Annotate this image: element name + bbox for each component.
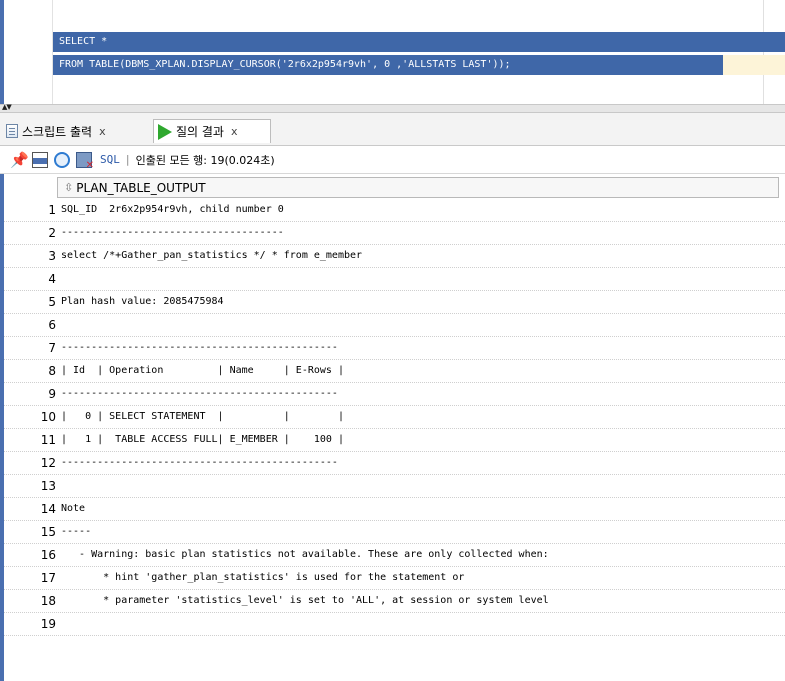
table-row[interactable]: 14 Note: [4, 498, 785, 521]
table-row[interactable]: 12 --------------------------------------…: [4, 452, 785, 475]
sql-link[interactable]: SQL: [100, 153, 120, 166]
print-icon[interactable]: [32, 151, 48, 168]
table-row[interactable]: 16 - Warning: basic plan statistics not …: [4, 544, 785, 567]
tab-query-result-label: 질의 결과: [176, 125, 224, 139]
table-row[interactable]: 18 * parameter 'statistics_level' is set…: [4, 590, 785, 613]
row-value[interactable]: ----------------------------------------…: [61, 337, 338, 359]
row-value[interactable]: ----------------------------------------…: [61, 383, 338, 405]
column-header-label: PLAN_TABLE_OUTPUT: [76, 180, 206, 195]
row-number: 7: [48, 341, 56, 355]
splitter-arrows-icon[interactable]: ▲▼: [2, 103, 12, 111]
row-number: 6: [48, 318, 56, 332]
pin-icon[interactable]: 📌: [10, 152, 29, 168]
row-value[interactable]: | 1 | TABLE ACCESS FULL| E_MEMBER | 100 …: [61, 429, 344, 451]
output-tab-bar: 스크립트 출력 x 질의 결과 x: [0, 113, 785, 146]
row-value[interactable]: ----------------------------------------…: [61, 452, 338, 474]
table-row[interactable]: 11 | 1 | TABLE ACCESS FULL| E_MEMBER | 10…: [4, 429, 785, 452]
row-number: 15: [40, 525, 56, 539]
sql-editor[interactable]: SELECT * FROM TABLE(DBMS_XPLAN.DISPLAY_C…: [0, 0, 785, 104]
refresh-icon[interactable]: [54, 151, 70, 168]
tab-query-result[interactable]: 질의 결과 x: [153, 119, 271, 143]
table-row[interactable]: 2 -------------------------------------: [4, 222, 785, 245]
row-value[interactable]: SQL_ID 2r6x2p954r9vh, child number 0: [61, 199, 284, 221]
table-row[interactable]: 6: [4, 314, 785, 337]
row-number: 18: [40, 594, 56, 608]
tab-query-result-close-icon[interactable]: x: [231, 125, 238, 138]
row-value[interactable]: Note: [61, 498, 85, 520]
row-number: 1: [48, 203, 56, 217]
result-grid[interactable]: ⇳ PLAN_TABLE_OUTPUT 1 SQL_ID 2r6x2p954r9v…: [0, 174, 785, 681]
result-toolbar: 📌 SQL | 인출된 모든 행: 19(0.024초): [0, 146, 785, 174]
row-value[interactable]: -------------------------------------: [61, 222, 284, 244]
row-value[interactable]: select /*+Gather_pan_statistics */ * fro…: [61, 245, 362, 267]
row-number: 10: [40, 410, 56, 424]
table-row[interactable]: 13: [4, 475, 785, 498]
table-row[interactable]: 9 ---------------------------------------…: [4, 383, 785, 406]
fetch-status-text: 인출된 모든 행: 19(0.024초): [135, 153, 275, 167]
row-value[interactable]: -----: [61, 521, 91, 543]
column-header-plan-table-output[interactable]: ⇳ PLAN_TABLE_OUTPUT: [57, 177, 779, 198]
row-number: 13: [40, 479, 56, 493]
row-value[interactable]: | Id | Operation | Name | E-Rows |: [61, 360, 344, 382]
row-number: 14: [40, 502, 56, 516]
run-play-icon: [158, 123, 172, 140]
editor-margin-line: [763, 0, 764, 104]
tab-script-output-close-icon[interactable]: x: [99, 125, 106, 138]
row-number: 5: [48, 295, 56, 309]
row-value[interactable]: - Warning: basic plan statistics not ava…: [61, 544, 549, 566]
row-number: 8: [48, 364, 56, 378]
toolbar-separator: |: [125, 153, 130, 166]
row-number: 2: [48, 226, 56, 240]
panel-splitter[interactable]: ▲▼: [0, 103, 785, 113]
row-number: 16: [40, 548, 56, 562]
row-value[interactable]: * hint 'gather_plan_statistics' is used …: [61, 567, 464, 589]
table-row[interactable]: 7 ---------------------------------------…: [4, 337, 785, 360]
row-number: 4: [48, 272, 56, 286]
editor-gutter: [4, 0, 53, 104]
row-number: 17: [40, 571, 56, 585]
table-row[interactable]: 1 SQL_ID 2r6x2p954r9vh, child number 0: [4, 199, 785, 222]
table-row[interactable]: 8 | Id | Operation | Name | E-Rows |: [4, 360, 785, 383]
current-line-highlight: [717, 55, 785, 75]
tab-script-output-label: 스크립트 출력: [22, 124, 93, 139]
sort-icon[interactable]: ⇳: [64, 181, 73, 194]
row-value[interactable]: Plan hash value: 2085475984: [61, 291, 224, 313]
cancel-sql-icon[interactable]: [76, 151, 94, 171]
editor-line-2[interactable]: FROM TABLE(DBMS_XPLAN.DISPLAY_CURSOR('2r…: [53, 55, 723, 75]
table-row[interactable]: 5 Plan hash value: 2085475984: [4, 291, 785, 314]
row-number: 12: [40, 456, 56, 470]
table-row[interactable]: 15 -----: [4, 521, 785, 544]
row-number: 9: [48, 387, 56, 401]
table-row[interactable]: 10 | 0 | SELECT STATEMENT | | |: [4, 406, 785, 429]
tab-script-output[interactable]: 스크립트 출력 x: [6, 119, 149, 143]
row-number: 11: [40, 433, 56, 447]
table-row[interactable]: 3 select /*+Gather_pan_statistics */ * fr…: [4, 245, 785, 268]
table-row[interactable]: 4: [4, 268, 785, 291]
editor-line-1[interactable]: SELECT *: [53, 32, 785, 52]
row-value[interactable]: | 0 | SELECT STATEMENT | | |: [61, 406, 344, 428]
script-output-icon: [6, 124, 18, 138]
row-number: 19: [40, 617, 56, 631]
table-row[interactable]: 19: [4, 613, 785, 636]
table-row[interactable]: 17 * hint 'gather_plan_statistics' is us…: [4, 567, 785, 590]
row-number: 3: [48, 249, 56, 263]
row-value[interactable]: * parameter 'statistics_level' is set to…: [61, 590, 549, 612]
